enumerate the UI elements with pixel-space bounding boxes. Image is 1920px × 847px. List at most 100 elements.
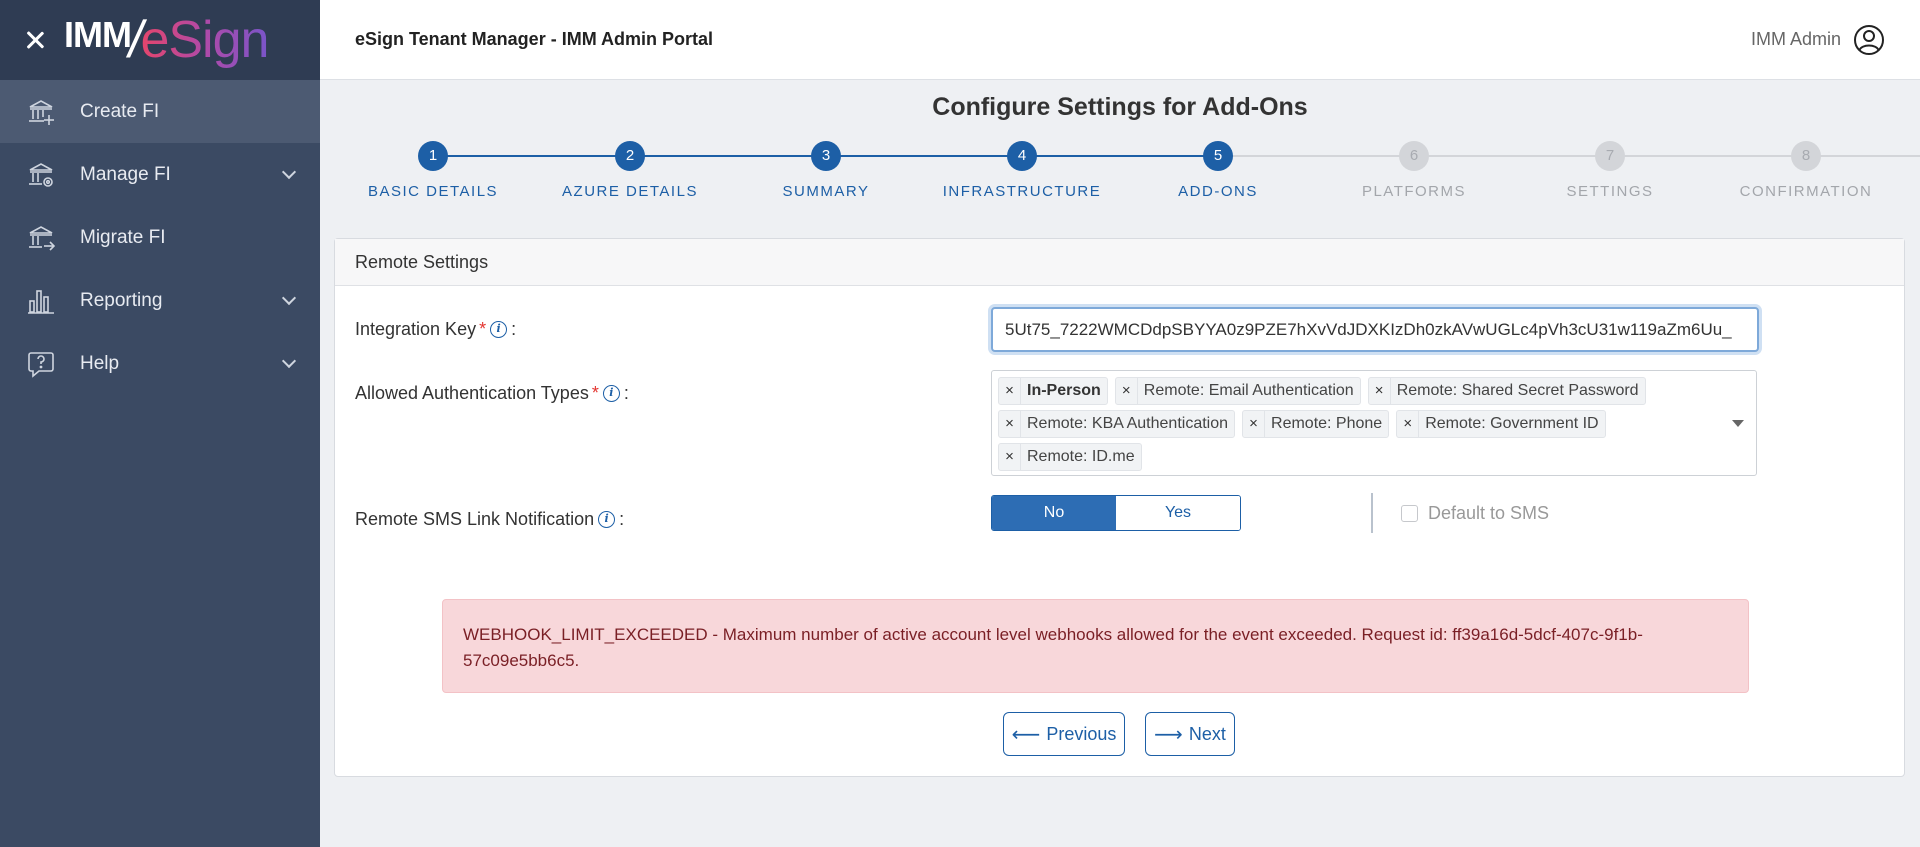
sidebar: IMM / eSign Create FI Manage FI Migrate FI…: [0, 0, 320, 847]
sms-yes-option[interactable]: Yes: [1116, 496, 1240, 530]
step-azure-details[interactable]: 2 AZURE DETAILS: [530, 140, 730, 200]
sidebar-item-label: Manage FI: [80, 163, 171, 185]
close-icon[interactable]: [22, 27, 48, 53]
tag-label: Remote: Government ID: [1425, 415, 1599, 432]
remove-tag-icon[interactable]: ×: [1116, 378, 1138, 404]
step-number: 7: [1595, 141, 1625, 171]
step-label: CONFIRMATION: [1739, 183, 1873, 200]
info-icon[interactable]: i: [598, 511, 616, 528]
dropdown-caret-icon[interactable]: [1732, 420, 1744, 427]
user-name: IMM Admin: [1750, 29, 1841, 49]
tag-label: Remote: Email Authentication: [1143, 382, 1354, 399]
step-number: 4: [1007, 141, 1037, 171]
logo-imm: IMM: [64, 14, 132, 55]
default-to-sms-checkbox[interactable]: Default to SMS: [1401, 503, 1549, 524]
auth-tag: × Remote: KBA Authentication: [998, 410, 1236, 438]
remove-tag-icon[interactable]: ×: [999, 378, 1021, 404]
info-icon[interactable]: i: [490, 321, 508, 338]
field-label-text: Integration Key: [355, 319, 477, 339]
required-marker: *: [591, 383, 599, 403]
user-avatar-icon[interactable]: [1853, 24, 1885, 56]
error-alert: WEBHOOK_LIMIT_EXCEEDED - Maximum number …: [442, 599, 1749, 693]
bank-gear-icon: [26, 160, 56, 190]
sms-no-option[interactable]: No: [992, 496, 1116, 530]
checkbox-box[interactable]: [1401, 505, 1418, 522]
sidebar-item-label: Reporting: [80, 289, 163, 311]
sidebar-item-label: Create FI: [80, 100, 160, 122]
sidebar-item-manage-fi[interactable]: Manage FI: [0, 143, 320, 206]
next-button[interactable]: ⟶ Next: [1145, 712, 1235, 756]
step-label: SUMMARY: [782, 183, 870, 200]
sms-toggle[interactable]: No Yes: [991, 495, 1241, 531]
page-title: Configure Settings for Add-Ons: [932, 93, 1308, 121]
remote-settings-card: Remote Settings Integration Key * i : Al…: [334, 238, 1905, 777]
remove-tag-icon[interactable]: ×: [1369, 378, 1391, 404]
integration-key-input[interactable]: [991, 307, 1759, 352]
step-settings: 7 SETTINGS: [1510, 140, 1710, 200]
step-platforms: 6 PLATFORMS: [1314, 140, 1514, 200]
bank-arrow-icon: [26, 223, 56, 253]
step-number: 6: [1399, 141, 1429, 171]
info-icon[interactable]: i: [602, 385, 620, 402]
tag-label: Remote: ID.me: [1027, 448, 1135, 465]
step-label: PLATFORMS: [1361, 183, 1467, 200]
required-marker: *: [479, 319, 487, 339]
step-label: SETTINGS: [1566, 183, 1654, 200]
checkbox-label: Default to SMS: [1428, 503, 1550, 523]
step-number: 5: [1203, 141, 1233, 171]
remove-tag-icon[interactable]: ×: [1243, 411, 1266, 437]
chevron-down-icon: [281, 353, 297, 368]
auth-tag: × In-Person: [998, 377, 1108, 405]
step-label: INFRASTRUCTURE: [942, 183, 1102, 200]
step-number: 8: [1791, 141, 1821, 171]
sms-notification-label: Remote SMS Link Notification i :: [355, 509, 624, 530]
help-bubble-icon: [26, 349, 56, 379]
tag-label: Remote: KBA Authentication: [1027, 415, 1229, 432]
step-label: ADD-ONS: [1178, 183, 1258, 200]
divider: [1371, 493, 1373, 533]
step-infrastructure[interactable]: 4 INFRASTRUCTURE: [922, 140, 1122, 200]
logo: IMM / eSign: [64, 10, 269, 70]
sidebar-item-help[interactable]: Help: [0, 332, 320, 395]
label-colon: :: [623, 383, 629, 403]
card-title: Remote Settings: [335, 239, 1904, 286]
auth-tag: × Remote: Government ID: [1396, 410, 1606, 438]
integration-key-label: Integration Key * i :: [355, 319, 516, 340]
auth-tag: × Remote: Email Authentication: [1114, 377, 1361, 405]
bar-chart-icon: [26, 286, 56, 316]
label-colon: :: [619, 509, 625, 529]
step-add-ons[interactable]: 5 ADD-ONS: [1118, 140, 1318, 200]
step-summary[interactable]: 3 SUMMARY: [726, 140, 926, 200]
field-label-text: Allowed Authentication Types: [355, 383, 589, 403]
auth-tag: × Remote: Phone: [1242, 410, 1390, 438]
label-colon: :: [511, 319, 517, 339]
tag-label: Remote: Shared Secret Password: [1396, 382, 1639, 399]
sidebar-item-label: Migrate FI: [80, 226, 166, 248]
step-number: 1: [418, 141, 448, 171]
remove-tag-icon[interactable]: ×: [1397, 411, 1420, 437]
chevron-down-icon: [281, 164, 297, 179]
tag-label: In-Person: [1027, 382, 1101, 399]
sidebar-item-migrate-fi[interactable]: Migrate FI: [0, 206, 320, 269]
user-menu[interactable]: IMM Admin: [1751, 24, 1885, 56]
sidebar-item-create-fi[interactable]: Create FI: [0, 80, 320, 143]
remove-tag-icon[interactable]: ×: [999, 411, 1021, 437]
step-label: BASIC DETAILS: [367, 183, 499, 200]
app-title: eSign Tenant Manager - IMM Admin Portal: [355, 29, 714, 49]
previous-button[interactable]: ⟵ Previous: [1003, 712, 1125, 756]
sidebar-item-reporting[interactable]: Reporting: [0, 269, 320, 332]
arrow-right-icon: ⟶: [1154, 723, 1183, 746]
main-content: Configure Settings for Add-Ons 1 BASIC D…: [320, 80, 1920, 847]
tag-label: Remote: Phone: [1271, 415, 1383, 432]
arrow-left-icon: ⟵: [1011, 723, 1041, 746]
bank-plus-icon: [26, 97, 56, 127]
top-header: eSign Tenant Manager - IMM Admin Portal …: [320, 0, 1920, 80]
auth-tag: × Remote: ID.me: [998, 443, 1142, 471]
step-number: 3: [811, 141, 841, 171]
step-basic-details[interactable]: 1 BASIC DETAILS: [333, 140, 533, 200]
chevron-down-icon: [281, 290, 297, 305]
sidebar-item-label: Help: [80, 352, 120, 374]
remove-tag-icon[interactable]: ×: [999, 444, 1021, 470]
step-confirmation: 8 CONFIRMATION: [1706, 140, 1906, 200]
auth-types-multiselect[interactable]: × In-Person × Remote: Email Authentication…: [991, 370, 1757, 476]
